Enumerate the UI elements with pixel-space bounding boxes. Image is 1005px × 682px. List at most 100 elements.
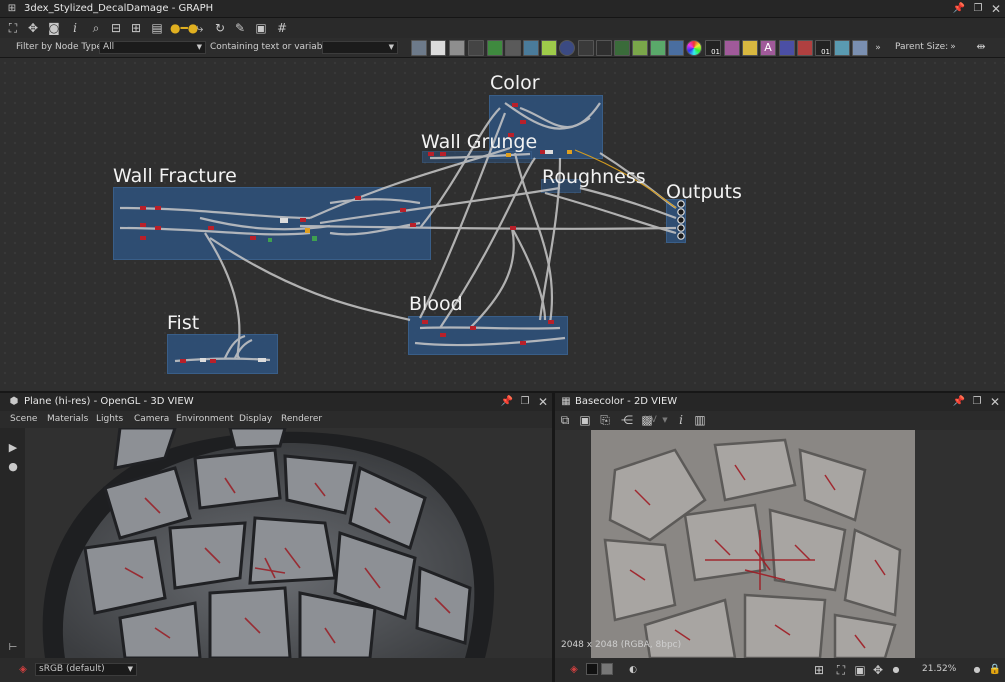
graph-canvas[interactable]: Color Wall Grunge Roughness Outputs Wall… xyxy=(0,58,1005,391)
close-icon[interactable]: ✕ xyxy=(988,1,1004,17)
video-camera-icon[interactable]: ▶ xyxy=(5,440,21,456)
node-type-value: All xyxy=(103,42,115,52)
search-icon[interactable]: ⌕ xyxy=(88,20,104,36)
uv-toggle[interactable]: UV xyxy=(644,415,657,425)
frame-label-outputs: Outputs xyxy=(666,181,742,203)
menu-camera[interactable]: Camera xyxy=(134,414,169,424)
link-icon[interactable]: ●━● xyxy=(170,20,198,36)
view2d-viewport[interactable]: 2048 x 2048 (RGBA, 8bpc) xyxy=(555,430,1005,658)
palette-output-icon[interactable] xyxy=(596,40,612,56)
rgba-channels-icon[interactable]: ◐ xyxy=(625,662,641,678)
maximize-icon[interactable]: ❐ xyxy=(517,394,533,410)
palette-curve-icon[interactable] xyxy=(487,40,503,56)
palette-uniform-icon[interactable] xyxy=(430,40,446,56)
menu-scene[interactable]: Scene xyxy=(10,414,37,424)
fit-view-icon[interactable]: ⛶ xyxy=(833,662,849,678)
frame-all-icon[interactable]: ⛶ xyxy=(5,20,21,36)
reset-zoom-icon[interactable]: ▣ xyxy=(852,662,868,678)
snapshot-icon[interactable]: ▣ xyxy=(253,20,269,36)
comment-icon[interactable]: ▤ xyxy=(149,20,165,36)
black-swatch[interactable] xyxy=(586,663,598,675)
layout-icon[interactable]: ⊞ xyxy=(128,20,144,36)
menu-lights[interactable]: Lights xyxy=(96,414,123,424)
text-filter-label: Containing text or variable xyxy=(210,42,331,52)
camera-icon[interactable]: ◙ xyxy=(46,20,62,36)
connect-icon[interactable]: ⤷ xyxy=(192,20,208,36)
frame-label-blood: Blood xyxy=(409,293,463,315)
layers-icon[interactable]: ◈ xyxy=(15,662,31,678)
palette-hsl-icon[interactable] xyxy=(650,40,666,56)
copy-icon[interactable]: ⎘ xyxy=(597,412,613,428)
palette-bitmap-icon[interactable] xyxy=(411,40,427,56)
graph-connections xyxy=(119,102,685,363)
palette-drop-icon[interactable] xyxy=(449,40,465,56)
palette-math-icon[interactable]: 01 xyxy=(815,40,831,56)
grid-view-icon[interactable]: ⊞ xyxy=(811,662,827,678)
close-icon[interactable]: ✕ xyxy=(987,394,1003,410)
view2d-title: Basecolor - 2D VIEW xyxy=(575,396,678,407)
grid-icon[interactable]: # xyxy=(274,20,290,36)
menu-renderer[interactable]: Renderer xyxy=(281,414,322,424)
settings-dot-icon[interactable]: ● xyxy=(969,662,985,678)
view3d-status-bar: ◈ sRGB (default) ▼ xyxy=(0,658,552,682)
maximize-icon[interactable]: ❐ xyxy=(970,1,986,17)
text-filter-input[interactable]: ▼ xyxy=(322,41,398,54)
palette-text-icon[interactable]: A xyxy=(760,40,776,56)
close-icon[interactable]: ✕ xyxy=(535,394,551,410)
menu-display[interactable]: Display xyxy=(239,414,272,424)
palette-tile-icon[interactable] xyxy=(578,40,594,56)
align-icon[interactable]: ⊟ xyxy=(108,20,124,36)
palette-levels-icon[interactable] xyxy=(632,40,648,56)
palette-water-icon[interactable] xyxy=(614,40,630,56)
pan-icon[interactable]: ✥ xyxy=(870,662,886,678)
histogram-icon[interactable]: ▥ xyxy=(692,412,708,428)
menu-environment[interactable]: Environment xyxy=(176,414,233,424)
palette-warp-icon[interactable] xyxy=(724,40,740,56)
pin-icon[interactable]: 📌 xyxy=(951,394,967,410)
share-icon[interactable]: ⋲ xyxy=(619,412,635,428)
palette-gradient-icon[interactable] xyxy=(541,40,557,56)
maximize-icon[interactable]: ❐ xyxy=(969,394,985,410)
save-icon[interactable]: ▣ xyxy=(577,412,593,428)
node-options-icon[interactable]: ⇹ xyxy=(973,39,989,55)
refresh-icon[interactable]: ↻ xyxy=(212,20,228,36)
palette-more-icon[interactable]: » xyxy=(870,40,886,56)
pin-icon[interactable]: 📌 xyxy=(499,394,515,410)
palette-shape-icon[interactable] xyxy=(559,40,575,56)
layers-icon[interactable]: ◈ xyxy=(566,662,582,678)
stone-render xyxy=(25,428,552,658)
palette-noise-icon[interactable]: 01 xyxy=(705,40,721,56)
palette-warning-icon[interactable] xyxy=(742,40,758,56)
view3d-menu-bar: Scene Materials Lights Camera Environmen… xyxy=(0,411,552,428)
basecolor-texture xyxy=(555,430,1005,658)
info-icon[interactable]: i xyxy=(67,20,83,36)
colorspace-dropdown[interactable]: sRGB (default) ▼ xyxy=(35,663,137,676)
palette-transform-icon[interactable] xyxy=(523,40,539,56)
gray-swatch[interactable] xyxy=(601,663,613,675)
palette-crop-icon[interactable] xyxy=(779,40,795,56)
view3d-viewport[interactable] xyxy=(25,428,552,658)
export-icon[interactable]: ⧉ xyxy=(557,412,573,428)
palette-export-icon[interactable] xyxy=(852,40,868,56)
palette-fill-icon[interactable] xyxy=(797,40,813,56)
palette-blend-icon[interactable] xyxy=(505,40,521,56)
info-icon[interactable]: i xyxy=(673,412,689,428)
palette-histogram-icon[interactable] xyxy=(668,40,684,56)
chevron-down-icon: ▼ xyxy=(388,43,394,51)
lock-icon[interactable]: 🔒 xyxy=(987,662,1003,678)
frame-selected-icon[interactable]: ✥ xyxy=(25,20,41,36)
light-bulb-icon[interactable]: ● xyxy=(5,459,21,475)
palette-color-wheel-icon[interactable] xyxy=(686,40,702,56)
parent-size-chevron-icon[interactable]: » xyxy=(945,39,961,55)
hierarchy-icon[interactable]: ⊢ xyxy=(5,640,21,656)
menu-materials[interactable]: Materials xyxy=(47,414,88,424)
palette-shuffle-icon[interactable] xyxy=(468,40,484,56)
tools-icon[interactable]: ✎ xyxy=(232,20,248,36)
parent-size-label: Parent Size: xyxy=(895,42,949,52)
zoom-dot-icon[interactable]: ● xyxy=(888,662,904,678)
node-type-dropdown[interactable]: All ▼ xyxy=(99,41,206,54)
palette-normal-icon[interactable] xyxy=(834,40,850,56)
pin-icon[interactable]: 📌 xyxy=(951,1,967,17)
frame-label-wall-grunge: Wall Grunge xyxy=(421,131,538,153)
image-icon: ▦ xyxy=(561,396,571,407)
